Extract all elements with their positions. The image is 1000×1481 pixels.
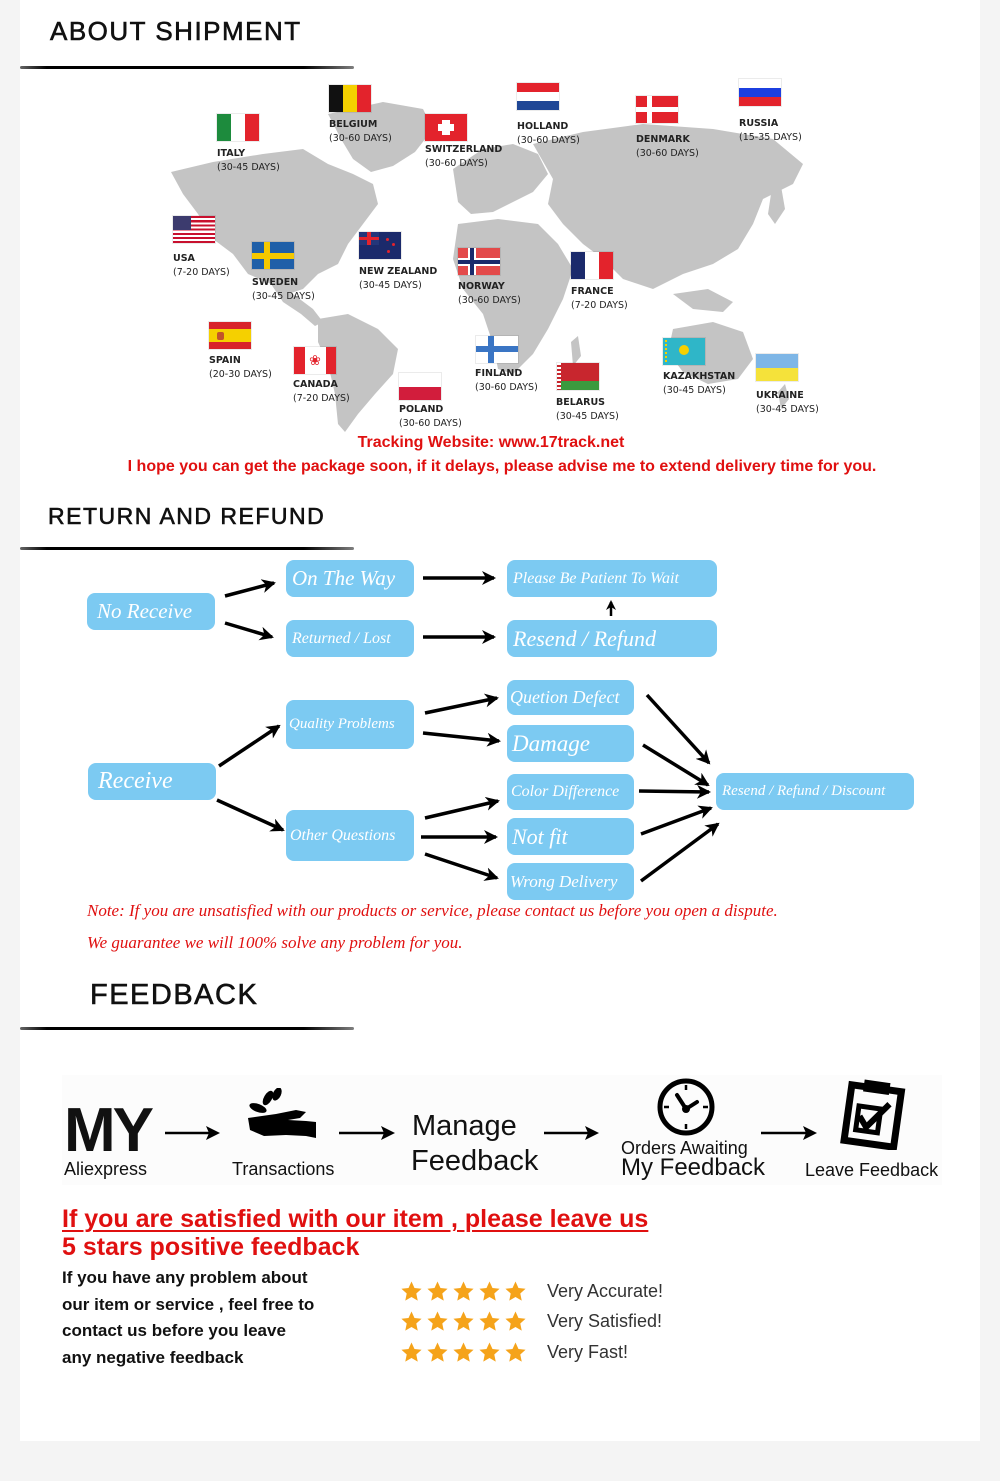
be-patient-box: Please Be Patient To Wait — [507, 560, 717, 597]
arrow — [224, 621, 274, 641]
star-icon — [479, 1342, 500, 1362]
quality-problems-box: Quality Problems — [286, 700, 414, 749]
resend-refund-discount-box: Resend / Refund / Discount — [716, 773, 914, 810]
rating-text: Very Accurate! — [547, 1281, 664, 1301]
arrow — [639, 822, 720, 883]
star-icon — [479, 1281, 500, 1301]
returned-lost-box: Returned / Lost — [286, 620, 414, 657]
section-divider — [20, 1027, 354, 1030]
on-the-way-box: On The Way — [286, 560, 414, 597]
rating-row: Very Satisfied! — [400, 1310, 662, 1333]
flow-arrows — [216, 571, 720, 883]
rating-text: Very Fast! — [547, 1342, 629, 1362]
receive-box: Receive — [88, 763, 216, 800]
hand-coins-icon — [248, 1088, 316, 1138]
arrow — [422, 731, 501, 747]
arrow — [424, 796, 500, 820]
aliexpress-label: Aliexpress — [64, 1159, 148, 1179]
star-icon — [505, 1342, 526, 1362]
resend-refund-box: Resend / Refund — [507, 620, 717, 657]
satisfied-headline: If you are satisfied with our item , ple… — [62, 1205, 649, 1233]
arrow — [424, 852, 499, 881]
rating-text: Very Satisfied! — [547, 1311, 663, 1331]
star-icon — [453, 1342, 474, 1362]
dispute-note: Note: If you are unsatisfied with our pr… — [87, 901, 778, 920]
star-icon — [401, 1281, 422, 1301]
arrow — [216, 798, 285, 832]
star-icon — [401, 1342, 422, 1362]
star-icon — [505, 1281, 526, 1301]
five-star-rating — [400, 1280, 527, 1303]
star-icon — [453, 1281, 474, 1301]
transactions-label: Transactions — [232, 1159, 335, 1179]
no-receive-box: No Receive — [87, 593, 215, 630]
star-icon — [479, 1311, 500, 1331]
star-icon — [505, 1311, 526, 1331]
five-stars-headline: 5 stars positive feedback — [62, 1233, 360, 1261]
five-star-rating — [400, 1341, 527, 1364]
star-icon — [401, 1311, 422, 1331]
rating-row: Very Accurate! — [400, 1280, 663, 1303]
not-fit-box: Not fit — [507, 818, 634, 855]
arrow — [640, 805, 713, 836]
other-questions-box: Other Questions — [286, 810, 414, 861]
question-defect-box: Quetion Defect — [507, 680, 634, 715]
arrow — [424, 693, 499, 715]
damage-box: Damage — [507, 725, 634, 762]
color-difference-box: Color Difference — [507, 774, 634, 810]
clipboard-check-icon — [840, 1079, 906, 1150]
arrow — [638, 784, 711, 799]
my-feedback-label: My Feedback — [621, 1154, 766, 1181]
arrow — [224, 579, 276, 598]
guarantee-note: We guarantee we will 100% solve any prob… — [87, 933, 463, 952]
leave-feedback-label: Leave Feedback — [805, 1160, 939, 1180]
manage-label: Manage — [412, 1110, 517, 1142]
rating-row: Very Fast! — [400, 1341, 628, 1364]
five-star-rating — [400, 1310, 527, 1333]
section-title-feedback: FEEDBACK — [90, 979, 259, 1012]
star-icon — [427, 1342, 448, 1362]
arrow — [218, 724, 281, 768]
star-icon — [453, 1311, 474, 1331]
wrong-delivery-box: Wrong Delivery — [507, 863, 634, 900]
clock-icon — [657, 1078, 715, 1136]
feedback-label: Feedback — [411, 1145, 539, 1177]
star-icon — [427, 1311, 448, 1331]
problem-paragraph: If you have any problem about our item o… — [62, 1268, 315, 1367]
star-icon — [427, 1281, 448, 1301]
